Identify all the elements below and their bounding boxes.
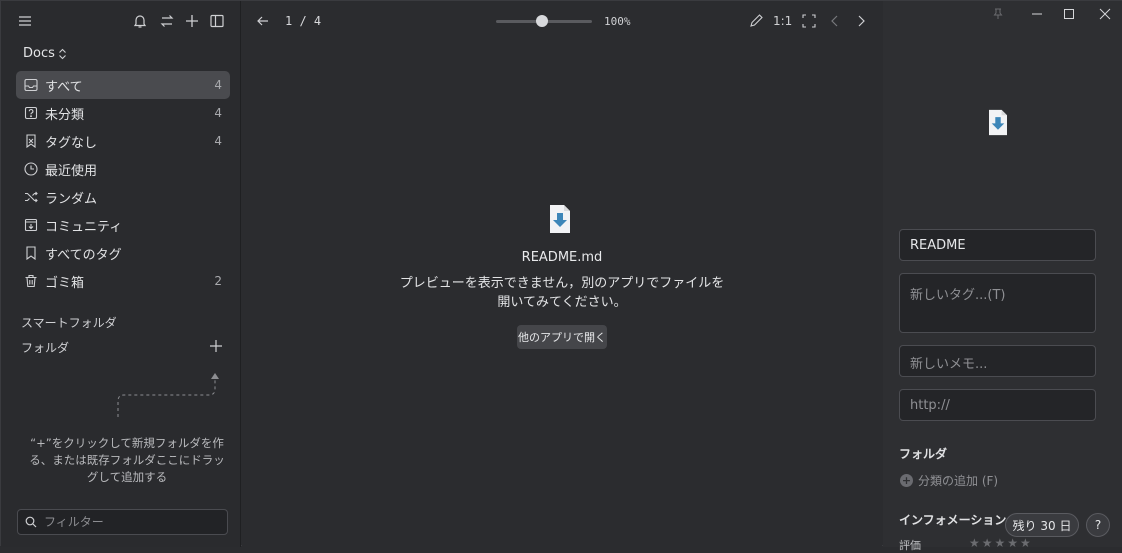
sync-icon[interactable] (156, 10, 178, 32)
plus-circle-icon: + (900, 474, 913, 487)
sidebar-item-label: タグなし (45, 135, 98, 151)
open-with-other-app-button[interactable]: 他のアプリで開く (517, 325, 607, 349)
sidebar-item-all-tags[interactable]: すべてのタグ (16, 239, 230, 267)
tags-field[interactable]: 新しいタグ...(T) (899, 273, 1096, 333)
file-download-icon (550, 205, 570, 233)
bookmark-icon (24, 246, 38, 260)
pin-icon[interactable] (986, 5, 1010, 23)
sidebar-item-label: ランダム (45, 191, 98, 207)
bell-icon[interactable] (129, 10, 151, 32)
sidebar-item-recent[interactable]: 最近使用 (16, 155, 230, 183)
maximize-icon[interactable] (1057, 5, 1081, 23)
add-folder-icon[interactable] (208, 338, 224, 354)
sidebar-item-label: ゴミ箱 (45, 275, 85, 291)
clock-icon (24, 162, 38, 176)
sidebar-item-label: コミュニティ (45, 219, 123, 235)
menu-icon[interactable] (14, 10, 36, 32)
chevron-right-icon[interactable] (850, 10, 872, 32)
shuffle-icon (24, 190, 38, 204)
trial-badge[interactable]: 残り 30 日 (1005, 513, 1079, 537)
url-field[interactable]: http:// (899, 389, 1096, 421)
back-arrow-icon[interactable] (252, 10, 274, 32)
zoom-slider-knob[interactable] (536, 15, 549, 27)
page-indicator: 1 / 4 (285, 14, 322, 28)
filter-input[interactable] (42, 514, 216, 530)
hint-arrow-icon (117, 373, 219, 417)
close-icon[interactable] (1093, 5, 1117, 23)
file-name: README.md (521, 250, 603, 265)
search-icon (25, 516, 37, 528)
actual-size-button[interactable]: 1:1 (773, 14, 792, 28)
library-switcher[interactable]: Docs (23, 46, 67, 61)
sidebar-item-random[interactable]: ランダム (16, 183, 230, 211)
name-field[interactable]: README (899, 229, 1096, 261)
zoom-level: 100% (604, 15, 631, 28)
viewer: 1 / 4 100% 1:1 README.md プレビューを表示できません，別… (242, 1, 882, 547)
folder-heading: フォルダ (899, 447, 948, 461)
add-classification-label: 分類の追加 (F) (918, 474, 999, 488)
minimize-icon[interactable] (1025, 5, 1049, 23)
chevron-left-icon[interactable] (824, 10, 846, 32)
add-icon[interactable] (181, 10, 203, 32)
sidebar-item-trash[interactable]: ゴミ箱 2 (16, 267, 230, 295)
sidebar-item-count: 4 (214, 78, 222, 92)
info-heading: インフォメーション (899, 513, 1007, 527)
sidebar-item-count: 4 (214, 106, 222, 120)
folder-hint: “+”をクリックして新規フォルダを作る、または既存フォルダここにドラッグして追加… (29, 436, 225, 484)
sidebar-item-label: すべてのタグ (45, 247, 122, 263)
sidebar-item-label: 最近使用 (45, 163, 98, 179)
add-classification-button[interactable]: + 分類の追加 (F) (900, 472, 998, 489)
community-icon (24, 218, 38, 232)
trash-icon (24, 274, 38, 288)
filter-box[interactable] (17, 509, 228, 535)
sidebar-item-count: 2 (214, 274, 222, 288)
file-thumbnail-icon (989, 109, 1007, 136)
inbox-icon (24, 78, 38, 92)
question-box-icon (24, 106, 38, 120)
folder-heading[interactable]: フォルダ (21, 339, 69, 356)
zoom-slider[interactable] (496, 15, 592, 27)
pencil-icon[interactable] (745, 10, 767, 32)
sidebar-item-community[interactable]: コミュニティ (16, 211, 230, 239)
sidebar-item-label: 未分類 (45, 107, 85, 123)
help-button[interactable]: ? (1086, 513, 1110, 537)
sidebar: Docs すべて 4 未分類 4 タグなし 4 最近使用 ランダム コミュニティ… (1, 1, 241, 547)
inspector-panel: README 新しいタグ...(T) 新しいメモ... http:// フォルダ… (883, 1, 1122, 552)
smart-folder-heading[interactable]: スマートフォルダ (21, 314, 117, 331)
untagged-icon (24, 134, 38, 148)
rating-label: 評価 (899, 539, 921, 552)
preview-message: プレビューを表示できません，別のアプリでファイルを開いてみてください。 (399, 276, 725, 310)
sidebar-item-count: 4 (214, 134, 222, 148)
library-name: Docs (23, 46, 55, 61)
sidebar-item-untagged[interactable]: タグなし 4 (16, 127, 230, 155)
note-field[interactable]: 新しいメモ... (899, 345, 1096, 377)
sidebar-nav: すべて 4 未分類 4 タグなし 4 最近使用 ランダム コミュニティ すべての… (16, 71, 230, 295)
app-window: Docs すべて 4 未分類 4 タグなし 4 最近使用 ランダム コミュニティ… (0, 0, 1122, 552)
sidebar-item-label: すべて (45, 79, 83, 95)
sidebar-item-unclassified[interactable]: 未分類 4 (16, 99, 230, 127)
sidebar-item-all[interactable]: すべて 4 (16, 71, 230, 99)
sidebar-toggle-icon[interactable] (206, 10, 228, 32)
rating-stars[interactable]: ★★★★★ (969, 536, 1033, 550)
fullscreen-icon[interactable] (798, 10, 820, 32)
chevron-updown-icon (59, 48, 66, 59)
sidebar-toolbar (1, 1, 241, 41)
